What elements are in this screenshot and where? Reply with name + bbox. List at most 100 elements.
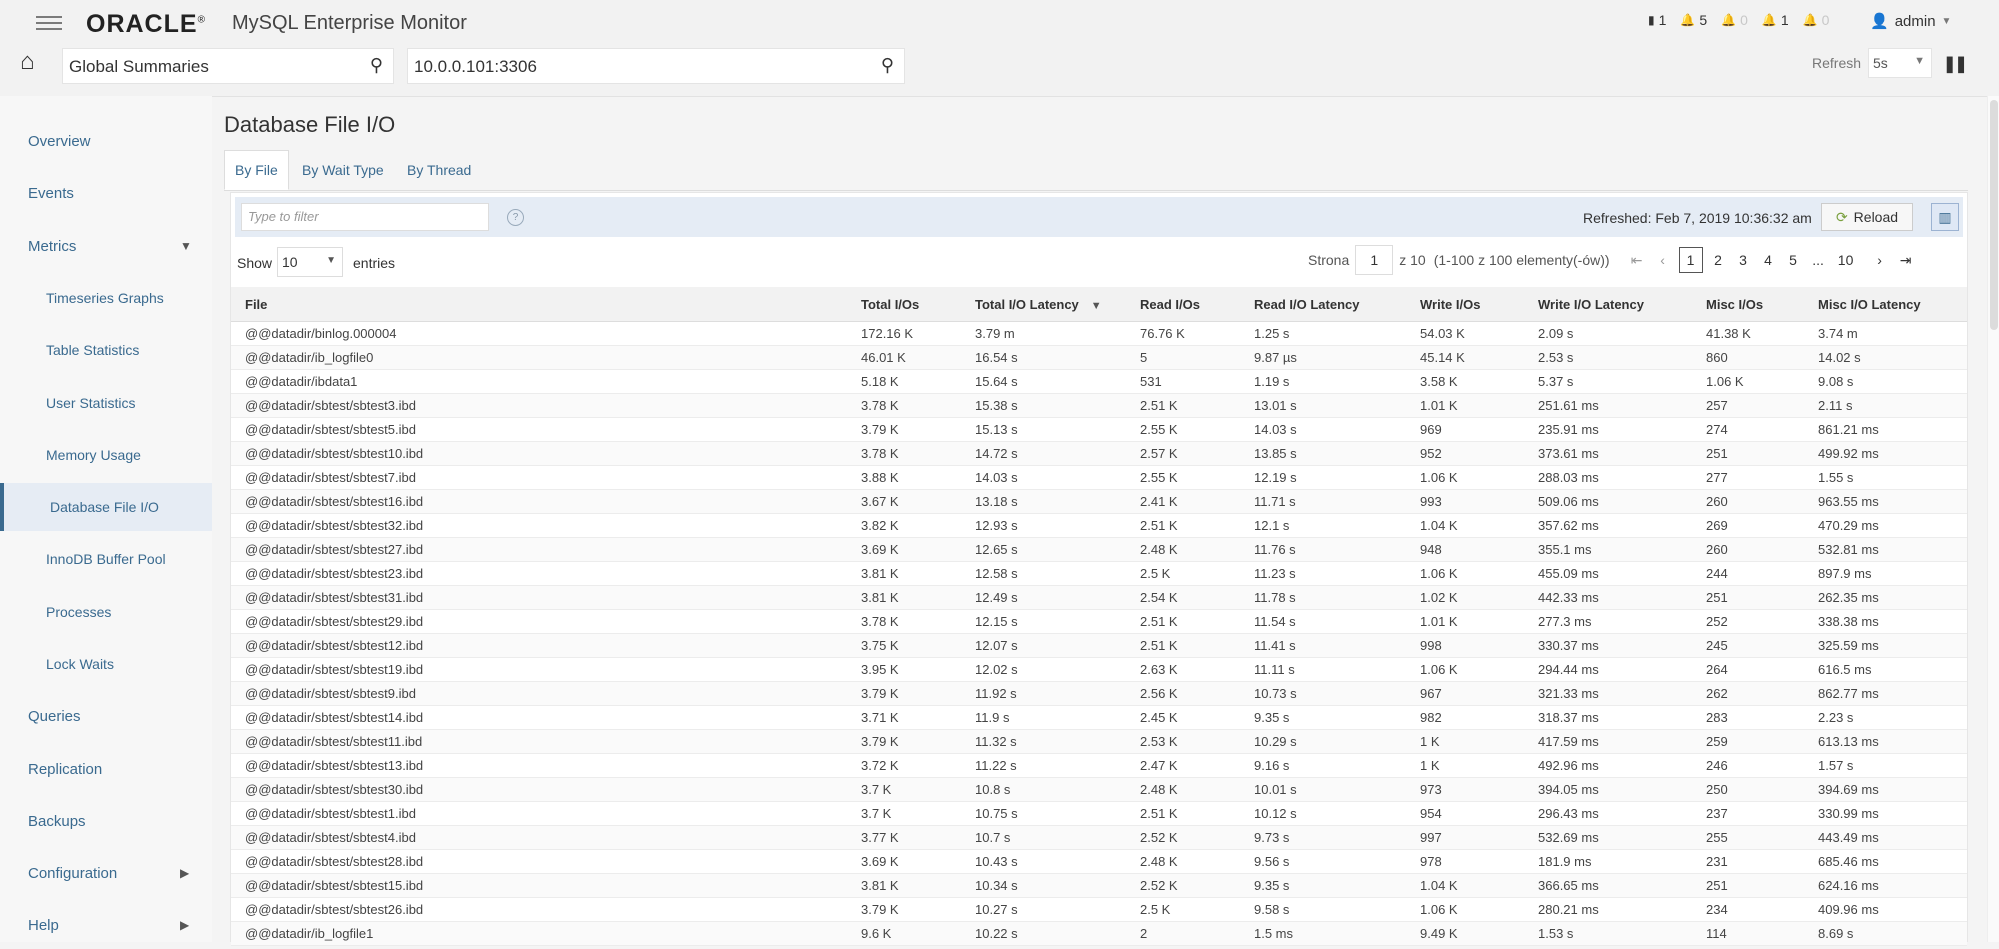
- table-row[interactable]: @@datadir/sbtest/sbtest5.ibd 3.79 K 15.13 …: [231, 417, 1967, 442]
- table-row[interactable]: @@datadir/sbtest/sbtest11.ibd 3.79 K 11.32…: [231, 729, 1967, 754]
- value-cell: 15.38 s: [967, 393, 1132, 418]
- instance-search-input[interactable]: 10.0.0.101:3306 ⚲: [407, 48, 905, 84]
- table-row[interactable]: @@datadir/sbtest/sbtest13.ibd 3.72 K 11.22…: [231, 753, 1967, 778]
- file-cell: @@datadir/sbtest/sbtest31.ibd: [231, 585, 853, 610]
- file-cell: @@datadir/sbtest/sbtest15.ibd: [231, 873, 853, 898]
- table-row[interactable]: @@datadir/sbtest/sbtest9.ibd 3.79 K 11.92 …: [231, 681, 1967, 706]
- sidebar-item-user-statistics[interactable]: User Statistics: [0, 379, 212, 427]
- table-row[interactable]: @@datadir/sbtest/sbtest1.ibd 3.7 K 10.75 s…: [231, 801, 1967, 826]
- filter-input[interactable]: Type to filter: [241, 203, 489, 231]
- sidebar-item-timeseries-graphs[interactable]: Timeseries Graphs: [0, 274, 212, 322]
- sidebar-item-memory-usage[interactable]: Memory Usage: [0, 431, 212, 479]
- value-cell: 455.09 ms: [1530, 561, 1698, 586]
- user-menu[interactable]: 👤 admin ▼: [1870, 12, 1952, 31]
- tab-by-file[interactable]: By File: [224, 150, 289, 190]
- tab-bar: By File By Wait Type By Thread: [224, 150, 1968, 191]
- sidebar-item-lock-waits[interactable]: Lock Waits: [0, 640, 212, 688]
- page-link[interactable]: 3: [1731, 252, 1756, 268]
- sidebar-item-configuration[interactable]: Configuration ▶: [0, 849, 212, 897]
- table-row[interactable]: @@datadir/sbtest/sbtest30.ibd 3.7 K 10.8 s…: [231, 777, 1967, 802]
- value-cell: 260: [1698, 537, 1810, 562]
- value-cell: 3.71 K: [853, 705, 967, 730]
- search-icon[interactable]: ⚲: [881, 55, 894, 76]
- table-row[interactable]: @@datadir/sbtest/sbtest26.ibd 3.79 K 10.27…: [231, 897, 1967, 922]
- menu-icon[interactable]: [36, 12, 62, 32]
- group-search-input[interactable]: Global Summaries ⚲: [62, 48, 394, 84]
- table-row[interactable]: @@datadir/binlog.000004 172.16 K 3.79 m 76.…: [231, 321, 1967, 346]
- columns-toggle-icon[interactable]: ▥: [1931, 203, 1959, 231]
- status-item[interactable]: 🔔 0: [1721, 12, 1748, 28]
- page-size-select[interactable]: 10 ▼: [277, 247, 343, 277]
- page-link[interactable]: 1: [1678, 247, 1703, 273]
- page-link[interactable]: 5: [1781, 252, 1806, 268]
- sidebar-item-backups[interactable]: Backups: [0, 797, 212, 845]
- table-row[interactable]: @@datadir/sbtest/sbtest15.ibd 3.81 K 10.34…: [231, 873, 1967, 898]
- table-row[interactable]: @@datadir/sbtest/sbtest28.ibd 3.69 K 10.43…: [231, 849, 1967, 874]
- search-icon[interactable]: ⚲: [370, 55, 383, 76]
- tab-by-wait-type[interactable]: By Wait Type: [292, 150, 394, 190]
- page-number-input[interactable]: 1: [1355, 245, 1394, 275]
- value-cell: 1.19 s: [1246, 369, 1412, 394]
- sidebar-item-events[interactable]: Events: [0, 169, 212, 217]
- page-link[interactable]: 4: [1756, 252, 1781, 268]
- sidebar-item-overview[interactable]: Overview: [0, 117, 212, 165]
- table-row[interactable]: @@datadir/sbtest/sbtest12.ibd 3.75 K 12.07…: [231, 633, 1967, 658]
- status-item[interactable]: 🔔 5: [1680, 12, 1707, 28]
- sidebar-item-replication[interactable]: Replication: [0, 745, 212, 793]
- table-row[interactable]: @@datadir/sbtest/sbtest23.ibd 3.81 K 12.58…: [231, 561, 1967, 586]
- page-link[interactable]: 10: [1831, 252, 1861, 268]
- table-row[interactable]: @@datadir/sbtest/sbtest29.ibd 3.78 K 12.15…: [231, 609, 1967, 634]
- last-page-icon[interactable]: ⇥: [1893, 252, 1919, 269]
- column-header[interactable]: Read I/O Latency: [1246, 287, 1412, 322]
- home-icon[interactable]: ⌂: [20, 48, 48, 75]
- page-scrollbar[interactable]: [1987, 96, 1999, 942]
- prev-page-icon[interactable]: ‹: [1650, 252, 1676, 268]
- tab-by-thread[interactable]: By Thread: [397, 150, 481, 190]
- page-link[interactable]: 2: [1706, 252, 1731, 268]
- table-row[interactable]: @@datadir/ib_logfile0 46.01 K 16.54 s 5 9.87…: [231, 345, 1967, 370]
- table-row[interactable]: @@datadir/sbtest/sbtest27.ibd 3.69 K 12.65…: [231, 537, 1967, 562]
- table-row[interactable]: @@datadir/ibdata1 5.18 K 15.64 s 531 1.19 s3…: [231, 369, 1967, 394]
- column-header[interactable]: Read I/Os: [1132, 287, 1246, 322]
- first-page-icon[interactable]: ⇤: [1624, 252, 1650, 269]
- table-row[interactable]: @@datadir/sbtest/sbtest4.ibd 3.77 K 10.7 s…: [231, 825, 1967, 850]
- table-row[interactable]: @@datadir/sbtest/sbtest10.ibd 3.78 K 14.72…: [231, 441, 1967, 466]
- sidebar-item-metrics[interactable]: Metrics ▼: [0, 222, 212, 270]
- column-header[interactable]: Misc I/O Latency: [1810, 287, 1967, 322]
- reload-button[interactable]: ⟳ Reload: [1821, 203, 1913, 231]
- next-page-icon[interactable]: ›: [1867, 252, 1893, 268]
- table-row[interactable]: @@datadir/sbtest/sbtest16.ibd 3.67 K 13.18…: [231, 489, 1967, 514]
- sidebar-item-queries[interactable]: Queries: [0, 692, 212, 740]
- table-row[interactable]: @@datadir/sbtest/sbtest14.ibd 3.71 K 11.9 …: [231, 705, 1967, 730]
- status-item[interactable]: ▮ 1: [1648, 12, 1666, 28]
- file-cell: @@datadir/sbtest/sbtest26.ibd: [231, 897, 853, 922]
- refresh-interval-select[interactable]: 5s ▼: [1868, 48, 1932, 78]
- sidebar-item-database-file-i-o[interactable]: Database File I/O: [0, 483, 212, 531]
- column-header[interactable]: Total I/O Latency ▼: [967, 287, 1132, 322]
- file-cell: @@datadir/ibdata1: [231, 369, 853, 394]
- pause-icon[interactable]: ❚❚: [1943, 54, 1968, 74]
- page-size-value: 10: [282, 254, 298, 270]
- table-row[interactable]: @@datadir/sbtest/sbtest31.ibd 3.81 K 12.49…: [231, 585, 1967, 610]
- scrollbar-thumb[interactable]: [1990, 100, 1998, 330]
- column-header[interactable]: Misc I/Os: [1698, 287, 1810, 322]
- help-icon[interactable]: ?: [507, 209, 524, 226]
- column-header[interactable]: Total I/Os: [853, 287, 967, 322]
- status-item[interactable]: 🔔 0: [1803, 12, 1830, 28]
- column-header[interactable]: File: [231, 287, 853, 322]
- table-row[interactable]: @@datadir/sbtest/sbtest19.ibd 3.95 K 12.02…: [231, 657, 1967, 682]
- file-cell: @@datadir/sbtest/sbtest19.ibd: [231, 657, 853, 682]
- column-header[interactable]: Write I/Os: [1412, 287, 1530, 322]
- table-row[interactable]: @@datadir/sbtest/sbtest3.ibd 3.78 K 15.38 …: [231, 393, 1967, 418]
- table-row[interactable]: @@datadir/sbtest/sbtest7.ibd 3.88 K 14.03 …: [231, 465, 1967, 490]
- value-cell: 13.18 s: [967, 489, 1132, 514]
- column-header[interactable]: Write I/O Latency: [1530, 287, 1698, 322]
- status-item[interactable]: 🔔 1: [1762, 12, 1789, 28]
- sidebar-item-table-statistics[interactable]: Table Statistics: [0, 326, 212, 374]
- sidebar-item-innodb-buffer-pool[interactable]: InnoDB Buffer Pool: [0, 535, 212, 583]
- chevron-down-icon: ▼: [1941, 15, 1952, 27]
- value-cell: 252: [1698, 609, 1810, 634]
- file-cell: @@datadir/sbtest/sbtest3.ibd: [231, 393, 853, 418]
- sidebar-item-processes[interactable]: Processes: [0, 588, 212, 636]
- table-row[interactable]: @@datadir/sbtest/sbtest32.ibd 3.82 K 12.93…: [231, 513, 1967, 538]
